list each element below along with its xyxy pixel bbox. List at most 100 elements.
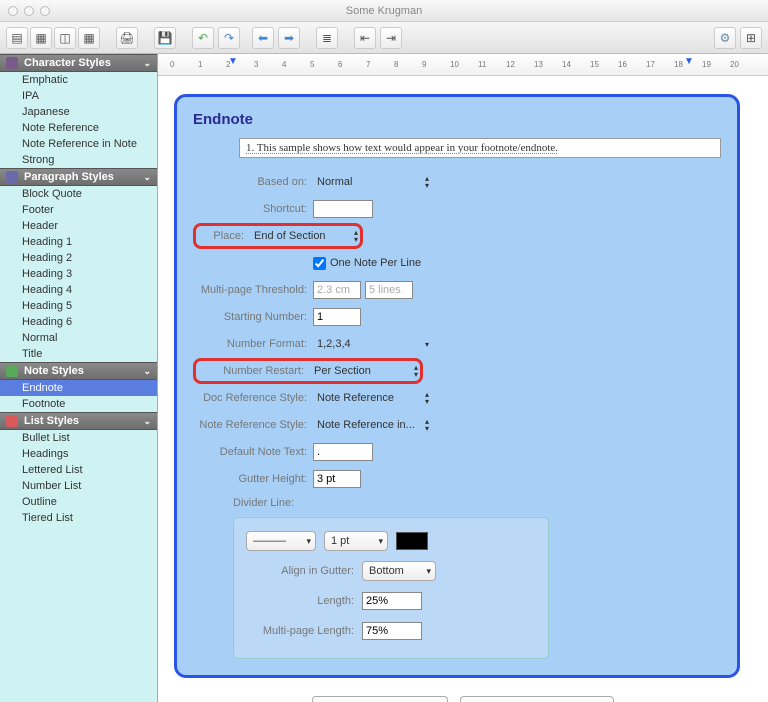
save-icon[interactable]: 💾	[154, 27, 176, 49]
number-format-label: Number Format:	[193, 338, 313, 350]
note-ref-label: Note Reference Style:	[193, 419, 313, 431]
sidebar-item[interactable]: Emphatic	[0, 72, 157, 88]
chevron-down-icon: ⌄	[143, 58, 151, 69]
multi-length-label: Multi-page Length:	[246, 625, 354, 637]
document-title: Some Krugman	[346, 5, 422, 17]
sidebar-item[interactable]: Heading 3	[0, 266, 157, 282]
align-gutter-select[interactable]: Bottom	[362, 561, 436, 581]
panel-view-icon[interactable]: ▤	[6, 27, 28, 49]
sidebar-item[interactable]: Footer	[0, 202, 157, 218]
styles-sidebar: Character Styles⌄ EmphaticIPAJapaneseNot…	[0, 54, 158, 702]
sidebar-item[interactable]: Block Quote	[0, 186, 157, 202]
starting-number-input[interactable]	[313, 308, 361, 326]
titlebar: Some Krugman	[0, 0, 768, 22]
outdent-icon[interactable]: ⇤	[354, 27, 376, 49]
align-gutter-label: Align in Gutter:	[246, 565, 354, 577]
shortcut-label: Shortcut:	[193, 203, 313, 215]
endnote-panel: Endnote 1. This sample shows how text wo…	[174, 94, 740, 678]
zoom-window-icon[interactable]	[40, 6, 50, 16]
split-view-icon[interactable]: ◫	[54, 27, 76, 49]
list-format-icon[interactable]: ≣	[316, 27, 338, 49]
doc-ref-select[interactable]: Note Reference▴▾	[313, 389, 429, 407]
number-restart-select[interactable]: Per Section▴▾	[310, 362, 418, 380]
default-text-input[interactable]	[313, 443, 373, 461]
sidebar-item[interactable]: Note Reference	[0, 120, 157, 136]
sidebar-item[interactable]: Header	[0, 218, 157, 234]
forward-arrow-icon[interactable]: ➡	[278, 27, 300, 49]
window-controls	[8, 6, 50, 16]
indent-icon[interactable]: ⇥	[380, 27, 402, 49]
sidebar-item[interactable]: Japanese	[0, 104, 157, 120]
sidebar-item[interactable]: Tiered List	[0, 510, 157, 526]
content-area: ▼ ▼ 01234567891011121314151617181920 End…	[158, 54, 768, 702]
sample-text: 1. This sample shows how text would appe…	[239, 138, 721, 158]
sidebar-item[interactable]: Heading 6	[0, 314, 157, 330]
chevron-down-icon: ⌄	[143, 172, 151, 183]
save-to-library-button[interactable]: Save to Style Library...	[312, 696, 448, 702]
note-ref-select[interactable]: Note Reference in...▴▾	[313, 416, 429, 434]
close-window-icon[interactable]	[8, 6, 18, 16]
multi-threshold-cm-input	[313, 281, 361, 299]
length-input[interactable]	[362, 592, 422, 610]
ruler[interactable]: ▼ ▼ 01234567891011121314151617181920	[158, 54, 768, 76]
sidebar-item[interactable]: Title	[0, 346, 157, 362]
paragraph-styles-header[interactable]: Paragraph Styles⌄	[0, 168, 157, 186]
one-note-label: One Note Per Line	[330, 257, 421, 269]
multi-threshold-label: Multi-page Threshold:	[193, 284, 313, 296]
gallery-view-icon[interactable]: ▦	[30, 27, 52, 49]
line-weight-select[interactable]: 1 pt	[324, 531, 388, 551]
shortcut-input[interactable]	[313, 200, 373, 218]
list-styles-header[interactable]: List Styles⌄	[0, 412, 157, 430]
table-icon[interactable]: ⊞	[740, 27, 762, 49]
gutter-height-label: Gutter Height:	[193, 473, 313, 485]
starting-number-label: Starting Number:	[193, 311, 313, 323]
multi-length-input[interactable]	[362, 622, 422, 640]
sidebar-item[interactable]: Heading 2	[0, 250, 157, 266]
redo-icon[interactable]: ↷	[218, 27, 240, 49]
sidebar-item[interactable]: Strong	[0, 152, 157, 168]
sidebar-item[interactable]: Headings	[0, 446, 157, 462]
divider-box: ——— 1 pt Align in Gutter:Bottom Length: …	[233, 517, 549, 659]
chevron-down-icon: ⌄	[143, 366, 151, 377]
character-styles-header[interactable]: Character Styles⌄	[0, 54, 157, 72]
sidebar-item[interactable]: Number List	[0, 478, 157, 494]
sidebar-item[interactable]: Lettered List	[0, 462, 157, 478]
sidebar-item[interactable]: Heading 5	[0, 298, 157, 314]
one-note-checkbox[interactable]	[313, 257, 326, 270]
default-text-label: Default Note Text:	[193, 446, 313, 458]
gear-icon[interactable]: ⚙	[714, 27, 736, 49]
import-from-library-button[interactable]: Import from Style Library...	[460, 696, 615, 702]
sidebar-item[interactable]: Normal	[0, 330, 157, 346]
sidebar-item[interactable]: IPA	[0, 88, 157, 104]
undo-icon[interactable]: ↶	[192, 27, 214, 49]
line-style-select[interactable]: ———	[246, 531, 316, 551]
chevron-down-icon: ⌄	[143, 416, 151, 427]
grid-view-icon[interactable]: ▦	[78, 27, 100, 49]
toolbar: ▤ ▦ ◫ ▦ 🖨 💾 ↶ ↷ ⬅ ➡ ≣ ⇤ ⇥ ⚙ ⊞	[0, 22, 768, 54]
number-restart-label: Number Restart:	[198, 365, 310, 377]
ruler-marker-icon[interactable]: ▼	[684, 56, 694, 67]
note-styles-header[interactable]: Note Styles⌄	[0, 362, 157, 380]
length-label: Length:	[246, 595, 354, 607]
sidebar-item[interactable]: Heading 1	[0, 234, 157, 250]
based-on-label: Based on:	[193, 176, 313, 188]
divider-header: Divider Line:	[233, 497, 721, 509]
sidebar-item[interactable]: Heading 4	[0, 282, 157, 298]
place-select[interactable]: End of Section▴▾	[250, 227, 358, 245]
based-on-select[interactable]: Normal▴▾	[313, 173, 429, 191]
panel-title: Endnote	[193, 111, 721, 128]
sidebar-item[interactable]: Bullet List	[0, 430, 157, 446]
number-format-select[interactable]: 1,2,3,4▾	[313, 335, 429, 353]
doc-ref-label: Doc Reference Style:	[193, 392, 313, 404]
back-arrow-icon[interactable]: ⬅	[252, 27, 274, 49]
sidebar-item[interactable]: Note Reference in Note	[0, 136, 157, 152]
multi-threshold-lines-input	[365, 281, 413, 299]
print-icon[interactable]: 🖨	[116, 27, 138, 49]
minimize-window-icon[interactable]	[24, 6, 34, 16]
sidebar-item[interactable]: Endnote	[0, 380, 157, 396]
line-color-swatch[interactable]	[396, 532, 428, 550]
place-label: Place:	[198, 230, 250, 242]
sidebar-item[interactable]: Outline	[0, 494, 157, 510]
gutter-height-input[interactable]	[313, 470, 361, 488]
sidebar-item[interactable]: Footnote	[0, 396, 157, 412]
